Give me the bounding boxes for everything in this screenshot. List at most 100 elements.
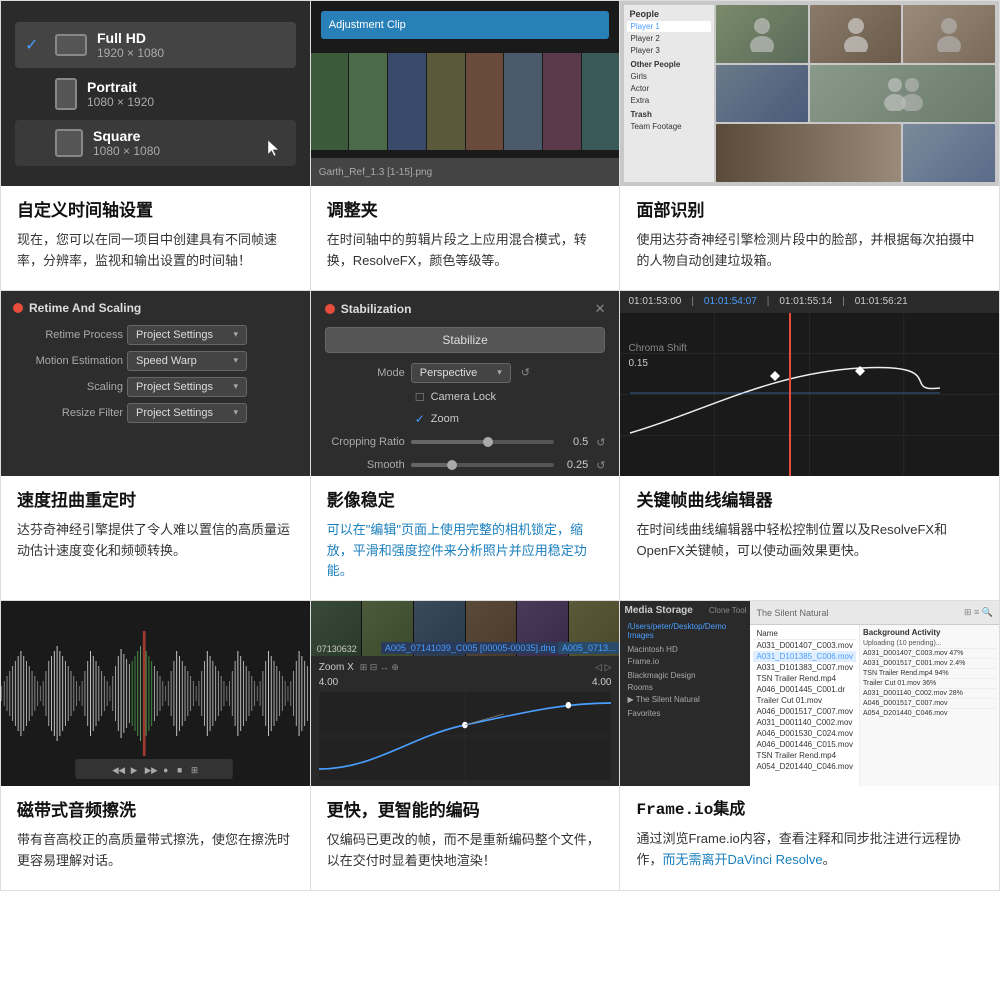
- stab-panel: Stabilization ✕ Stabilize Mode Perspecti…: [311, 291, 620, 476]
- face-layout: People Player 1 Player 2 Player 3 Other …: [620, 1, 999, 186]
- stab-mode-value: Perspective: [420, 367, 477, 379]
- frameio-file-3[interactable]: A031_D101383_C007.mov: [753, 662, 856, 673]
- frameio-file-5[interactable]: A046_D001445_C001.dr: [753, 684, 856, 695]
- cropping-slider[interactable]: [411, 440, 555, 444]
- cropping-reset-icon[interactable]: ↺: [596, 436, 605, 449]
- kf-time-3: 01:01:55:14: [779, 296, 832, 307]
- encode-timestamp: 07130632: [317, 644, 357, 654]
- chevron-down-icon-4: ▾: [233, 407, 238, 418]
- chevron-down-icon: ▾: [233, 329, 238, 340]
- zoom-val-right: 4.00: [592, 677, 611, 688]
- scaling-label: Scaling: [13, 381, 123, 393]
- stab-title: Stabilization: [341, 302, 412, 316]
- frameio-file-2[interactable]: A031_D101385_C006.mov: [753, 651, 856, 662]
- checkbox-empty-icon[interactable]: ☐: [415, 391, 425, 404]
- retime-row-2: Motion Estimation Speed Warp ▾: [13, 351, 298, 371]
- other-people: Other People: [627, 59, 711, 70]
- adj-label-bar: Garth_Ref_1.3 [1-15].png: [311, 158, 620, 186]
- smooth-slider[interactable]: [411, 463, 555, 467]
- encode-panel: 07130632 A005_07141039_C005 [00005-00035…: [311, 601, 620, 786]
- frameio-activity-title: Background Activity: [863, 628, 996, 637]
- cell-6-image: 01:01:53:00 | 01:01:54:07 | 01:01:55:14 …: [620, 291, 999, 476]
- res-fullhd-icon: [55, 34, 87, 56]
- frameio-toolbar-icons: ⊞ ≡ 🔍: [964, 607, 993, 618]
- frameio-main: The Silent Natural ⊞ ≡ 🔍 Name A031_D0014…: [750, 601, 999, 786]
- retime-row-3: Scaling Project Settings ▾: [13, 377, 298, 397]
- clone-tool-label: Clone Tool: [709, 606, 747, 615]
- cell-encoding: 07130632 A005_07141039_C005 [00005-00035…: [311, 601, 621, 891]
- frameio-file-9[interactable]: A046_D001530_C024.mov: [753, 728, 856, 739]
- encode-toolbar-row: Zoom X ⊞ ⊟ ↔ ⊕ ◁ ▷: [319, 662, 612, 673]
- frameio-act-4: TSN Trailer Rend.mp4 94%: [863, 669, 996, 679]
- frameio-file-4[interactable]: TSN Trailer Rend.mp4: [753, 673, 856, 684]
- person-1: Player 1: [627, 21, 711, 32]
- stabilize-button[interactable]: Stabilize: [325, 327, 606, 353]
- adj-frame-8: [582, 53, 620, 150]
- motion-estimation-dropdown[interactable]: Speed Warp ▾: [127, 351, 247, 371]
- scaling-dropdown[interactable]: Project Settings ▾: [127, 377, 247, 397]
- cell-adjustment-clip: Adjustment Clip Garth_Ref_1.3 [1-15].: [311, 1, 621, 291]
- cell-9-desc: 通过浏览Frame.io内容，查看注释和同步批注进行远程协作，而无需离开DaVi…: [636, 829, 983, 871]
- frameio-file-8[interactable]: A031_D001140_C002.mov: [753, 717, 856, 728]
- waveform-svg: ◀◀ ▶ ▶▶ ● ■ ⊞: [1, 601, 310, 786]
- zoom-label: Zoom: [431, 413, 459, 425]
- cell-4-text: 速度扭曲重定时 达芬奇神经引擎提供了令人难以置信的高质量运动估计速度变化和频顿转…: [1, 476, 310, 600]
- frameio-rooms: Rooms: [624, 682, 746, 693]
- frameio-file-1[interactable]: A031_D001407_C003.mov: [753, 640, 856, 651]
- frameio-file-12[interactable]: A054_D201440_C046.mov: [753, 761, 856, 772]
- encode-values-row: 4.00 4.00: [319, 677, 612, 688]
- cell-3-desc: 使用达芬奇神经引擎检测片段中的脸部，并根据每次拍摄中的人物自动创建垃圾箱。: [636, 230, 983, 272]
- cell-stabilization: Stabilization ✕ Stabilize Mode Perspecti…: [311, 291, 621, 601]
- adj-frame-5: [466, 53, 504, 150]
- res-portrait-label: Portrait: [87, 79, 154, 95]
- adj-timeline: [311, 53, 620, 150]
- res-square[interactable]: ✓ Square 1080 × 1080: [15, 120, 296, 166]
- stab-mode-dropdown[interactable]: Perspective ▾: [411, 363, 511, 383]
- frameio-file-10[interactable]: A046_D001446_C015.mov: [753, 739, 856, 750]
- cell-5-desc: 可以在"编辑"页面上使用完整的相机锁定，缩放，平滑和强度控件来分析照片并应用稳定…: [327, 520, 604, 582]
- res-fullhd[interactable]: ✓ Full HD 1920 × 1080: [15, 22, 296, 68]
- kf-time-2: 01:01:54:07: [704, 296, 757, 307]
- frameio-file-11[interactable]: TSN Trailer Rend.mp4: [753, 750, 856, 761]
- red-dot-icon: [13, 303, 23, 313]
- cell-1-image: ✓ Full HD 1920 × 1080 ✓ Portrait 1080 × …: [1, 1, 310, 186]
- svg-text:⊞: ⊞: [191, 765, 198, 775]
- retime-row-1: Retime Process Project Settings ▾: [13, 325, 298, 345]
- frameio-macintosh: Macintosh HD: [624, 644, 746, 655]
- adj-frame-2: [349, 53, 387, 150]
- cell-6-desc: 在时间线曲线编辑器中轻松控制位置以及ResolveFX和OpenFX关键帧，可以…: [636, 520, 983, 562]
- frameio-file-7[interactable]: A046_D001517_C007.mov: [753, 706, 856, 717]
- svg-text:▶▶: ▶▶: [145, 765, 158, 775]
- person-3: Player 3: [627, 45, 711, 56]
- frameio-file-6[interactable]: Trailer Cut 01.mov: [753, 695, 856, 706]
- cropping-label: Cropping Ratio: [325, 436, 405, 448]
- res-fullhd-sub: 1920 × 1080: [97, 46, 164, 60]
- face-photo-3: [903, 5, 995, 63]
- checkbox-checked-icon[interactable]: ✓: [415, 412, 425, 426]
- cell-face-recognition: People Player 1 Player 2 Player 3 Other …: [620, 1, 1000, 291]
- stab-reset-icon[interactable]: ↺: [521, 366, 530, 379]
- chevron-down-icon-3: ▾: [233, 381, 238, 392]
- retime-process-dropdown[interactable]: Project Settings ▾: [127, 325, 247, 345]
- adj-filmstrip: [311, 53, 620, 150]
- cell-8-text: 更快，更智能的编码 仅编码已更改的帧，而不是重新编码整个文件，以在交付时显着更快…: [311, 786, 620, 890]
- res-square-label: Square: [93, 128, 160, 144]
- face-photo-5: [810, 65, 995, 123]
- kf-separator-3: |: [842, 296, 845, 307]
- retime-title: Retime And Scaling: [29, 301, 141, 315]
- face-photo-6: [716, 124, 901, 182]
- cell-3-image: People Player 1 Player 2 Player 3 Other …: [620, 1, 999, 186]
- smooth-thumb: [447, 460, 457, 470]
- kf-canvas: Chroma Shift 0.15: [620, 313, 999, 476]
- resize-filter-dropdown[interactable]: Project Settings ▾: [127, 403, 247, 423]
- svg-text:◀◀: ◀◀: [112, 765, 125, 775]
- close-icon[interactable]: ✕: [595, 301, 606, 317]
- encode-curve-svg: [319, 692, 612, 780]
- stab-mode-row: Mode Perspective ▾ ↺: [325, 363, 606, 383]
- kf-separator: |: [691, 296, 694, 307]
- cell-7-text: 磁带式音频擦洗 带有音高校正的高质量带式擦洗，使您在擦洗时更容易理解对话。: [1, 786, 310, 890]
- smooth-reset-icon[interactable]: ↺: [596, 459, 605, 472]
- kf-curve-1: [630, 367, 940, 433]
- res-portrait[interactable]: ✓ Portrait 1080 × 1920: [15, 70, 296, 118]
- retime-row-4: Resize Filter Project Settings ▾: [13, 403, 298, 423]
